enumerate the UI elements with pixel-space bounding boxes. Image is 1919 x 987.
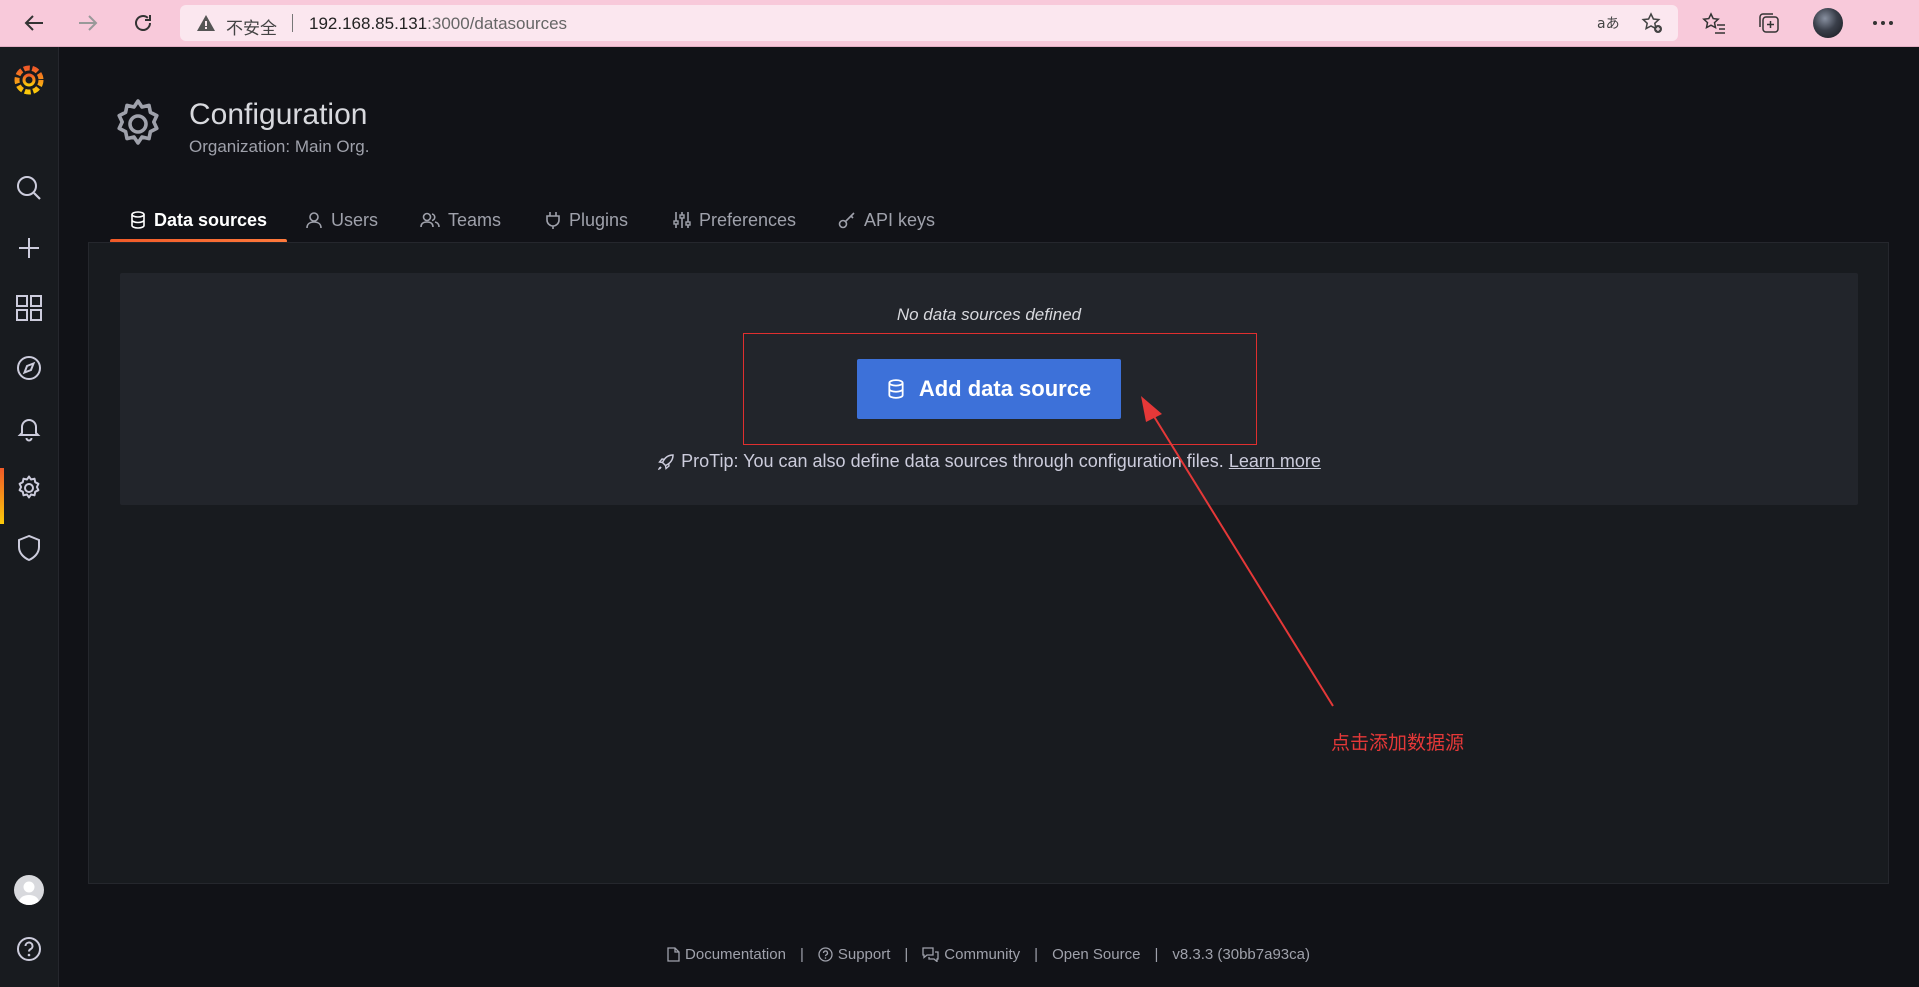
star-add-icon bbox=[1641, 12, 1662, 33]
empty-state-title: No data sources defined bbox=[896, 305, 1082, 324]
reload-icon bbox=[135, 15, 151, 31]
search-icon bbox=[17, 176, 41, 200]
sidebar-item-server-admin[interactable] bbox=[0, 524, 58, 572]
favorites-button[interactable] bbox=[1697, 7, 1731, 39]
footer-separator: | bbox=[1034, 946, 1039, 963]
footer-support-link[interactable]: Support bbox=[818, 946, 891, 963]
footer-separator: | bbox=[904, 946, 909, 963]
users-icon bbox=[420, 212, 440, 228]
add-favorite-button[interactable] bbox=[1638, 9, 1666, 37]
key-icon bbox=[838, 212, 855, 229]
annotation-text: 点击添加数据源 bbox=[1331, 733, 1465, 754]
plug-icon bbox=[546, 212, 560, 229]
back-arrow-icon bbox=[24, 15, 43, 31]
tab-teams[interactable]: Teams bbox=[420, 200, 501, 240]
tab-api-keys[interactable]: API keys bbox=[838, 200, 935, 240]
footer-open-source-label: Open Source bbox=[1052, 946, 1141, 963]
rocket-icon bbox=[658, 453, 674, 470]
sidebar-item-dashboards[interactable] bbox=[0, 284, 58, 332]
protip: ProTip: You can also define data sources… bbox=[120, 451, 1858, 472]
address-bar[interactable]: 不安全 192.168.85.131:3000/datasources aあ bbox=[180, 5, 1678, 41]
dashboards-icon bbox=[16, 295, 42, 321]
comments-icon bbox=[922, 947, 939, 962]
forward-arrow-icon bbox=[79, 15, 98, 31]
user-icon bbox=[306, 212, 322, 229]
sidebar bbox=[0, 47, 59, 987]
sidebar-item-search[interactable] bbox=[0, 164, 58, 212]
forward-button[interactable] bbox=[72, 7, 104, 39]
ellipsis-icon bbox=[1873, 21, 1893, 25]
tab-data-sources[interactable]: Data sources bbox=[110, 200, 288, 243]
tab-preferences[interactable]: Preferences bbox=[673, 200, 796, 240]
user-avatar-icon bbox=[14, 875, 44, 905]
more-menu-button[interactable] bbox=[1866, 7, 1900, 39]
footer-documentation-label: Documentation bbox=[685, 946, 786, 963]
footer-community-label: Community bbox=[944, 946, 1021, 963]
footer-support-label: Support bbox=[837, 946, 891, 963]
protip-text: ProTip: You can also define data sources… bbox=[681, 451, 1224, 471]
browser-toolbar: 不安全 192.168.85.131:3000/datasources aあ bbox=[0, 0, 1919, 47]
grafana-logo-icon bbox=[14, 65, 44, 95]
profile-avatar[interactable] bbox=[1813, 8, 1843, 38]
document-icon bbox=[667, 947, 680, 962]
database-icon bbox=[131, 211, 145, 229]
url-text: 192.168.85.131:3000/datasources bbox=[309, 14, 567, 34]
back-button[interactable] bbox=[18, 7, 50, 39]
read-aloud-button[interactable]: aあ bbox=[1594, 9, 1622, 37]
warning-icon bbox=[197, 15, 215, 31]
compass-icon bbox=[17, 356, 41, 380]
sidebar-item-create[interactable] bbox=[0, 224, 58, 272]
footer-open-source-link[interactable]: Open Source bbox=[1052, 946, 1140, 963]
footer-version-label: v8.3.3 (30bb7a93ca) bbox=[1172, 946, 1310, 963]
bell-icon bbox=[17, 419, 41, 442]
tab-label: Preferences bbox=[699, 209, 797, 230]
footer-documentation-link[interactable]: Documentation bbox=[667, 946, 786, 963]
page-subtitle: Organization: Main Org. bbox=[189, 137, 370, 156]
gear-icon bbox=[117, 99, 159, 145]
tab-label: Teams bbox=[448, 209, 502, 230]
translate-icon: aあ bbox=[1597, 16, 1619, 32]
sidebar-item-explore[interactable] bbox=[0, 344, 58, 392]
collections-button[interactable] bbox=[1752, 7, 1786, 39]
url-path: :3000/datasources bbox=[427, 14, 568, 33]
grafana-logo[interactable] bbox=[0, 55, 58, 103]
plus-icon bbox=[19, 238, 39, 258]
tab-users[interactable]: Users bbox=[305, 200, 378, 240]
tab-plugins[interactable]: Plugins bbox=[545, 200, 628, 240]
tab-label: API keys bbox=[864, 209, 936, 230]
svg-text:aあ: aあ bbox=[1597, 16, 1619, 32]
sidebar-item-alerting[interactable] bbox=[0, 404, 58, 452]
favorites-icon bbox=[1702, 12, 1725, 34]
collections-icon bbox=[1759, 13, 1779, 33]
url-host: 192.168.85.131 bbox=[309, 14, 428, 33]
tab-label: Data sources bbox=[154, 209, 268, 230]
footer: Documentation | Support | Community | Op… bbox=[0, 946, 1919, 963]
footer-community-link[interactable]: Community bbox=[922, 946, 1020, 963]
address-divider bbox=[292, 14, 293, 32]
add-data-source-button[interactable]: Add data source bbox=[857, 359, 1121, 419]
tab-label: Users bbox=[331, 209, 379, 230]
sidebar-item-profile[interactable] bbox=[0, 866, 58, 914]
gear-icon bbox=[18, 475, 40, 499]
sidebar-item-configuration[interactable] bbox=[0, 464, 58, 524]
learn-more-link[interactable]: Learn more bbox=[1229, 451, 1321, 472]
tab-label: Plugins bbox=[569, 209, 629, 230]
shield-icon bbox=[18, 534, 40, 562]
footer-version: v8.3.3 (30bb7a93ca) bbox=[1172, 946, 1310, 963]
database-icon bbox=[888, 379, 904, 399]
footer-separator: | bbox=[799, 946, 804, 963]
question-circle-icon bbox=[818, 947, 833, 962]
insecure-label: 不安全 bbox=[226, 19, 277, 38]
footer-separator: | bbox=[1154, 946, 1159, 963]
sliders-icon bbox=[673, 212, 691, 228]
reload-button[interactable] bbox=[127, 7, 159, 39]
page-title: Configuration bbox=[189, 98, 368, 131]
add-data-source-label: Add data source bbox=[918, 376, 1092, 401]
